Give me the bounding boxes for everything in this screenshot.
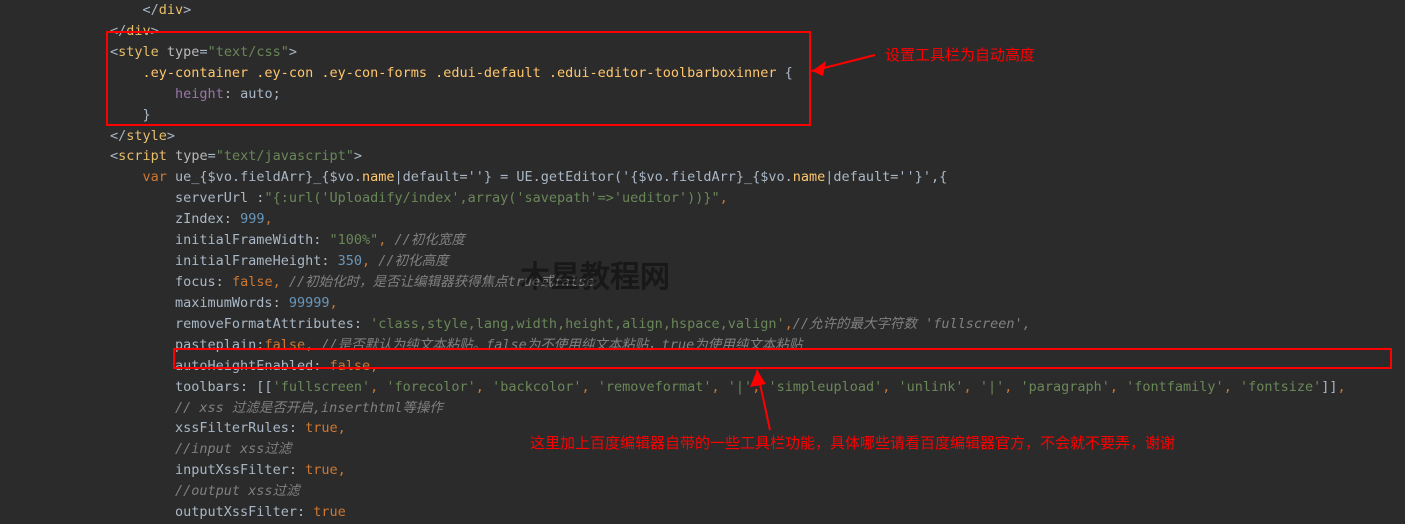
num: 999 [240, 211, 264, 227]
kw: true [305, 462, 338, 478]
kw: false [232, 274, 273, 290]
tag: div [159, 2, 183, 18]
key: serverUrl : [175, 190, 264, 206]
comment: //初始化时，是否让编辑器获得焦点true或false [281, 274, 595, 290]
comment: //input xss过滤 [175, 441, 291, 457]
code-editor[interactable]: </div> </div> <style type="text/css"> .e… [0, 0, 1405, 524]
tag: style [118, 44, 159, 60]
comment: // xss 过滤是否开启,inserthtml等操作 [175, 400, 443, 416]
val: auto [240, 86, 273, 102]
comment: //初化高度 [370, 253, 448, 269]
comment: //允许的最大字符数 'fullscreen', [793, 316, 1031, 332]
kw: false [264, 337, 305, 353]
kw: var [143, 169, 167, 185]
num: 99999 [289, 295, 330, 311]
key: toolbars: [[ [175, 379, 273, 395]
ident: ue_{$vo.fieldArr}_{$vo. [175, 169, 362, 185]
kw: true [313, 504, 346, 520]
string: "100%" [329, 232, 378, 248]
key: focus: [175, 274, 232, 290]
tag: script [118, 148, 167, 164]
string: 'class,style,lang,width,height,align,hsp… [370, 316, 785, 332]
key: initialFrameHeight: [175, 253, 338, 269]
comment: //初化宽度 [386, 232, 464, 248]
txt: |default=''}',{ [825, 169, 947, 185]
attr: type [167, 44, 200, 60]
tag: div [126, 23, 150, 39]
prop: height [175, 86, 224, 102]
toolbars-array: 'fullscreen', 'forecolor', 'backcolor', … [273, 379, 1322, 395]
string: "{:url('Uploadify/index',array('savepath… [264, 190, 719, 206]
selector: .ey-container .ey-con .ey-con-forms .edu… [143, 65, 777, 81]
key: autoHeightEnabled: [175, 358, 329, 374]
kw: false [329, 358, 370, 374]
key: maximumWords: [175, 295, 289, 311]
key: xssFilterRules: [175, 420, 305, 436]
key: initialFrameWidth: [175, 232, 329, 248]
attr: type [175, 148, 208, 164]
code-pre[interactable]: </div> </div> <style type="text/css"> .e… [0, 0, 1405, 524]
key: inputXssFilter: [175, 462, 305, 478]
key: outputXssFilter: [175, 504, 313, 520]
tag: style [126, 128, 167, 144]
key: removeFormatAttributes: [175, 316, 370, 332]
string: "text/css" [208, 44, 289, 60]
kw: true [305, 420, 338, 436]
num: 350 [338, 253, 362, 269]
ident: name [793, 169, 826, 185]
key: zIndex: [175, 211, 240, 227]
key: pasteplain: [175, 337, 264, 353]
ident: name [362, 169, 395, 185]
comment: //是否默认为纯文本粘贴。false为不使用纯文本粘贴，true为使用纯文本粘贴 [313, 337, 802, 353]
comment: //output xss过滤 [175, 483, 300, 499]
string: "text/javascript" [216, 148, 354, 164]
txt: |default=''} = UE.getEditor('{$vo.fieldA… [395, 169, 793, 185]
